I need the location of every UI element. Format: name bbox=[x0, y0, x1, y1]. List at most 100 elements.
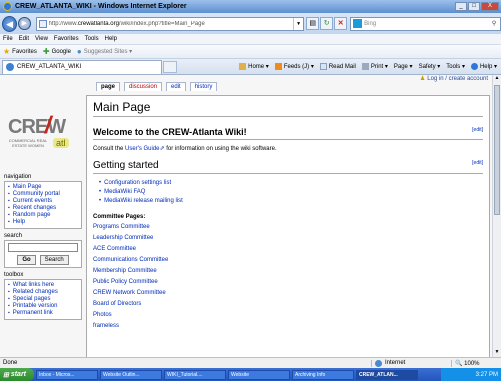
user-links[interactable]: ♟ Log in / create account bbox=[420, 75, 488, 83]
page-tabs: page discussion edit history bbox=[96, 82, 218, 91]
menu-help[interactable]: Help bbox=[105, 36, 117, 42]
page-menu[interactable]: Page ▾ bbox=[394, 63, 413, 70]
search-heading: search bbox=[4, 233, 23, 239]
tab-discussion[interactable]: discussion bbox=[124, 82, 163, 91]
address-bar[interactable]: http://www.crewatlanta.org/wiki/index.ph… bbox=[35, 16, 305, 31]
menu-file[interactable]: File bbox=[3, 36, 13, 42]
address-url[interactable]: http://www.crewatlanta.org/wiki/index.ph… bbox=[49, 21, 294, 27]
link-release-mailing-list[interactable]: MediaWiki release mailing list bbox=[99, 197, 483, 206]
link-membership-committee[interactable]: Membership Committee bbox=[93, 266, 483, 277]
nav-random-page[interactable]: Random page bbox=[8, 212, 78, 219]
go-button[interactable]: Go bbox=[17, 255, 36, 265]
logo-subtitle: COMMERCIAL REAL ESTATE WOMEN bbox=[8, 138, 48, 148]
scroll-thumb[interactable] bbox=[494, 85, 500, 215]
link-ace-committee[interactable]: ACE Committee bbox=[93, 244, 483, 255]
link-crew-network-committee[interactable]: CREW Network Committee bbox=[93, 288, 483, 299]
getting-started-heading: Getting started [edit] bbox=[93, 160, 483, 174]
forward-button[interactable]: ▶ bbox=[18, 17, 31, 30]
wiki-search-input[interactable] bbox=[8, 243, 78, 252]
tab-history[interactable]: history bbox=[189, 82, 218, 91]
minimize-button[interactable]: _ bbox=[455, 2, 467, 11]
committee-list: Programs Committee Leadership Committee … bbox=[93, 222, 483, 332]
page-title: Main Page bbox=[93, 100, 483, 117]
link-communications-committee[interactable]: Communications Committee bbox=[93, 255, 483, 266]
tool-special-pages[interactable]: Special pages bbox=[8, 296, 78, 303]
close-button[interactable]: X bbox=[481, 2, 499, 11]
status-bar: Done Internet 🔍 100% bbox=[0, 357, 501, 368]
taskbar-wiki-tutorial[interactable]: WIKI_Tutorial.... bbox=[164, 369, 226, 380]
navigation-portlet: Main Page Community portal Current event… bbox=[4, 181, 82, 229]
tool-what-links-here[interactable]: What links here bbox=[8, 282, 78, 289]
tab-edit[interactable]: edit bbox=[166, 82, 186, 91]
taskbar: ⊞ start Inbox - Micros... Website Outlin… bbox=[0, 368, 501, 381]
tool-permanent-link[interactable]: Permanent link bbox=[8, 310, 78, 317]
taskbar-inbox[interactable]: Inbox - Micros... bbox=[36, 369, 98, 380]
print-icon bbox=[361, 63, 369, 70]
add-favorite-icon: ✚ bbox=[42, 47, 50, 56]
crew-logo[interactable]: CREW / COMMERCIAL REAL ESTATE WOMEN atl bbox=[6, 108, 81, 163]
clock[interactable]: 3:27 PM bbox=[476, 372, 498, 378]
edit-link-getting-started[interactable]: [edit] bbox=[472, 160, 483, 171]
search-input[interactable]: Bing bbox=[364, 21, 488, 27]
taskbar-crew-atlanta[interactable]: CREW_ATLAN... bbox=[356, 369, 418, 380]
safety-menu[interactable]: Safety ▾ bbox=[419, 63, 441, 70]
users-guide-link[interactable]: User's Guide bbox=[125, 146, 160, 152]
taskbar-website[interactable]: Website bbox=[228, 369, 290, 380]
globe-icon bbox=[375, 359, 382, 367]
start-button[interactable]: ⊞ start bbox=[0, 368, 34, 381]
favorites-button[interactable]: ★ Favorites bbox=[3, 47, 37, 56]
search-go-icon[interactable]: ⚲ bbox=[488, 20, 500, 27]
tool-printable-version[interactable]: Printable version bbox=[8, 303, 78, 310]
back-button[interactable]: ◀ bbox=[2, 15, 18, 32]
favorites-suggested-sites[interactable]: ● Suggested Sites ▾ bbox=[77, 47, 132, 56]
tool-related-changes[interactable]: Related changes bbox=[8, 289, 78, 296]
logo-tag: atl bbox=[53, 138, 69, 148]
zoom-level[interactable]: 🔍 100% bbox=[451, 359, 501, 367]
link-configuration-settings[interactable]: Configuration settings list bbox=[99, 179, 483, 188]
stop-icon[interactable]: ✕ bbox=[334, 17, 348, 30]
menu-favorites[interactable]: Favorites bbox=[54, 36, 79, 42]
edit-link-welcome[interactable]: [edit] bbox=[472, 127, 483, 137]
navigation-heading: navigation bbox=[4, 174, 32, 180]
browser-tab[interactable]: CREW_ATLANTA_WIKI bbox=[2, 59, 162, 74]
nav-current-events[interactable]: Current events bbox=[8, 198, 78, 205]
help-menu[interactable]: Help ▾ bbox=[470, 63, 497, 70]
favorites-google[interactable]: ✚ Google bbox=[43, 47, 71, 56]
address-dropdown-icon[interactable]: ▼ bbox=[293, 17, 303, 30]
taskbar-website-outline[interactable]: Website Outlin... bbox=[100, 369, 162, 380]
link-photos[interactable]: Photos bbox=[93, 310, 483, 321]
link-frameless[interactable]: frameless bbox=[93, 321, 483, 332]
menu-view[interactable]: View bbox=[35, 36, 48, 42]
print-button[interactable]: Print ▾ bbox=[361, 63, 388, 70]
maximize-button[interactable]: □ bbox=[468, 2, 480, 11]
menu-edit[interactable]: Edit bbox=[19, 36, 29, 42]
link-leadership-committee[interactable]: Leadership Committee bbox=[93, 233, 483, 244]
toolbox-portlet: What links here Related changes Special … bbox=[4, 279, 82, 320]
security-zone[interactable]: Internet bbox=[371, 359, 451, 367]
welcome-heading: Welcome to the CREW-Atlanta Wiki! [edit] bbox=[93, 127, 483, 140]
nav-community-portal[interactable]: Community portal bbox=[8, 191, 78, 198]
taskbar-archiving-info[interactable]: Archiving Info bbox=[292, 369, 354, 380]
link-public-policy-committee[interactable]: Public Policy Committee bbox=[93, 277, 483, 288]
link-board-of-directors[interactable]: Board of Directors bbox=[93, 299, 483, 310]
feeds-button[interactable]: Feeds (J) ▾ bbox=[274, 63, 314, 70]
scroll-down-icon[interactable]: ▼ bbox=[493, 349, 501, 357]
link-programs-committee[interactable]: Programs Committee bbox=[93, 222, 483, 233]
home-button[interactable]: Home ▾ bbox=[239, 63, 269, 70]
compatibility-icon[interactable]: ▤ bbox=[306, 17, 320, 30]
scroll-up-icon[interactable]: ▲ bbox=[493, 75, 501, 83]
link-mediawiki-faq[interactable]: MediaWiki FAQ bbox=[99, 188, 483, 197]
vertical-scrollbar[interactable]: ▲ ▼ bbox=[492, 75, 501, 357]
tools-menu[interactable]: Tools ▾ bbox=[446, 63, 465, 70]
search-box[interactable]: Bing ⚲ bbox=[350, 16, 501, 31]
nav-recent-changes[interactable]: Recent changes bbox=[8, 205, 78, 212]
tab-page[interactable]: page bbox=[96, 82, 121, 91]
search-button[interactable]: Search bbox=[39, 255, 69, 265]
nav-help[interactable]: Help bbox=[8, 219, 78, 226]
star-icon: ★ bbox=[3, 47, 11, 56]
new-tab-button[interactable] bbox=[163, 60, 177, 73]
read-mail-button[interactable]: Read Mail bbox=[319, 63, 356, 70]
menu-tools[interactable]: Tools bbox=[85, 36, 99, 42]
nav-main-page[interactable]: Main Page bbox=[8, 184, 78, 191]
refresh-icon[interactable]: ↻ bbox=[320, 17, 334, 30]
